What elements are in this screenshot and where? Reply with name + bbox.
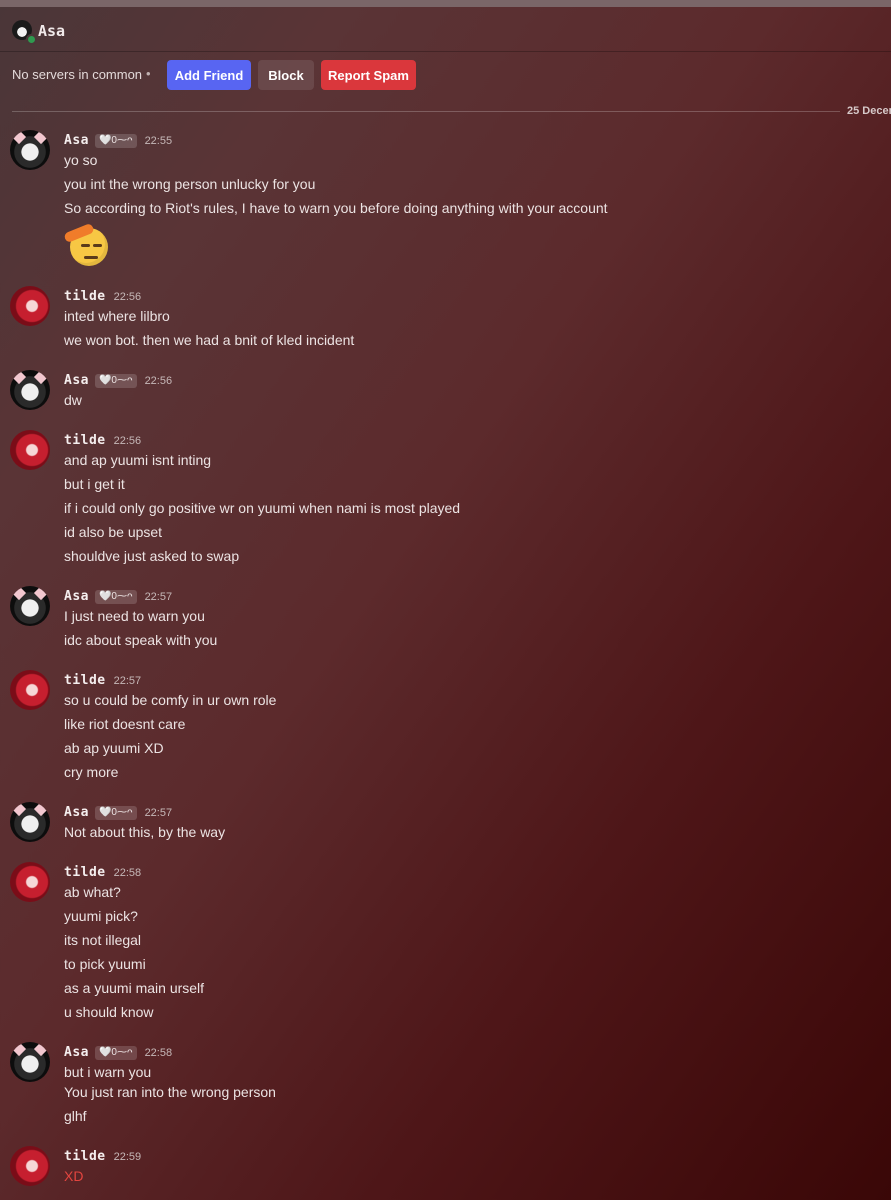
avatar[interactable] [10, 1042, 50, 1082]
timestamp[interactable]: 22:57 [114, 675, 142, 687]
date-divider-line [12, 111, 840, 112]
report-spam-button[interactable]: Report Spam [321, 60, 416, 90]
message-text: we won bot. then we had a bnit of kled i… [64, 332, 355, 348]
username[interactable]: tilde [64, 1149, 106, 1164]
message-text: u should know [64, 1004, 154, 1020]
timestamp[interactable]: 22:57 [145, 591, 173, 603]
avatar[interactable] [10, 286, 50, 326]
avatar[interactable] [10, 130, 50, 170]
message-text: XD [64, 1168, 84, 1184]
block-button[interactable]: Block [258, 60, 314, 90]
message-text: and ap yuumi isnt inting [64, 452, 212, 468]
avatar[interactable] [10, 586, 50, 626]
avatar[interactable] [10, 1146, 50, 1186]
message-text: if i could only go positive wr on yuumi … [64, 500, 461, 516]
timestamp[interactable]: 22:55 [145, 135, 173, 147]
avatar[interactable] [10, 430, 50, 470]
message-text: I just need to warn you [64, 608, 205, 624]
message-text: inted where lilbro [64, 308, 170, 324]
message-header: tilde 22:58 [64, 865, 141, 880]
message-text: as a yuumi main urself [64, 980, 205, 996]
timestamp[interactable]: 22:56 [114, 435, 142, 447]
message-header: tilde 22:56 [64, 433, 141, 448]
window-top-strip [0, 0, 891, 7]
avatar[interactable] [10, 370, 50, 410]
dm-username-title[interactable]: Asa [38, 22, 65, 40]
timestamp[interactable]: 22:58 [145, 1047, 173, 1059]
message-header: Asa 🤍0⁓ᴖ 22:55 [64, 133, 172, 148]
message-text: ab what? [64, 884, 121, 900]
emoji-mouth-shape [84, 256, 98, 259]
message-text: id also be upset [64, 524, 163, 540]
message-header: tilde 22:56 [64, 289, 141, 304]
avatar[interactable] [10, 862, 50, 902]
message-text: its not illegal [64, 932, 142, 948]
username[interactable]: Asa [64, 805, 89, 820]
clan-tag-badge[interactable]: 🤍0⁓ᴖ [94, 805, 137, 820]
date-divider-label: 25 Decem [847, 105, 891, 117]
message-text: but i get it [64, 476, 125, 492]
separator-dot: • [146, 66, 151, 81]
message-text: to pick yuumi [64, 956, 146, 972]
message-text: You just ran into the wrong person [64, 1084, 276, 1100]
timestamp[interactable]: 22:56 [145, 375, 173, 387]
message-text: idc about speak with you [64, 632, 218, 648]
online-status-icon [26, 34, 37, 45]
message-header: Asa 🤍0⁓ᴖ 22:58 [64, 1045, 172, 1060]
clan-tag-badge[interactable]: 🤍0⁓ᴖ [94, 1045, 137, 1060]
profile-action-bar: No servers in common • Add Friend Block … [0, 58, 891, 92]
emoji-eye-shape [81, 244, 90, 247]
message-text: So according to Riot's rules, I have to … [64, 200, 608, 216]
message-text: yo so [64, 152, 98, 168]
message-text: but i warn you [64, 1064, 152, 1080]
timestamp[interactable]: 22:56 [114, 291, 142, 303]
message-text: you int the wrong person unlucky for you [64, 176, 316, 192]
avatar[interactable] [10, 670, 50, 710]
message-text: like riot doesnt care [64, 716, 186, 732]
message-text: yuumi pick? [64, 908, 138, 924]
username[interactable]: tilde [64, 289, 106, 304]
username[interactable]: Asa [64, 589, 89, 604]
message-header: Asa 🤍0⁓ᴖ 22:57 [64, 805, 172, 820]
message-header: tilde 22:59 [64, 1149, 141, 1164]
username[interactable]: tilde [64, 865, 106, 880]
saluting-face-emoji-icon[interactable] [63, 222, 108, 266]
username[interactable]: Asa [64, 1045, 89, 1060]
message-text: Not about this, by the way [64, 824, 226, 840]
clan-tag-badge[interactable]: 🤍0⁓ᴖ [94, 373, 137, 388]
timestamp[interactable]: 22:57 [145, 807, 173, 819]
message-header: tilde 22:57 [64, 673, 141, 688]
message-text: shouldve just asked to swap [64, 548, 240, 564]
message-text: cry more [64, 764, 119, 780]
timestamp[interactable]: 22:58 [114, 867, 142, 879]
message-text: dw [64, 392, 82, 408]
message-header: Asa 🤍0⁓ᴖ 22:57 [64, 589, 172, 604]
username[interactable]: tilde [64, 673, 106, 688]
dm-title-bar: Asa [0, 7, 891, 52]
username[interactable]: tilde [64, 433, 106, 448]
message-header: Asa 🤍0⁓ᴖ 22:56 [64, 373, 172, 388]
message-text: glhf [64, 1108, 87, 1124]
username[interactable]: Asa [64, 133, 89, 148]
emoji-eye-shape [93, 244, 102, 247]
clan-tag-badge[interactable]: 🤍0⁓ᴖ [94, 133, 137, 148]
timestamp[interactable]: 22:59 [114, 1151, 142, 1163]
clan-tag-badge[interactable]: 🤍0⁓ᴖ [94, 589, 137, 604]
avatar[interactable] [10, 802, 50, 842]
message-text: ab ap yuumi XD [64, 740, 164, 756]
add-friend-button[interactable]: Add Friend [167, 60, 251, 90]
message-text: so u could be comfy in ur own role [64, 692, 277, 708]
username[interactable]: Asa [64, 373, 89, 388]
no-servers-text: No servers in common [12, 67, 143, 82]
